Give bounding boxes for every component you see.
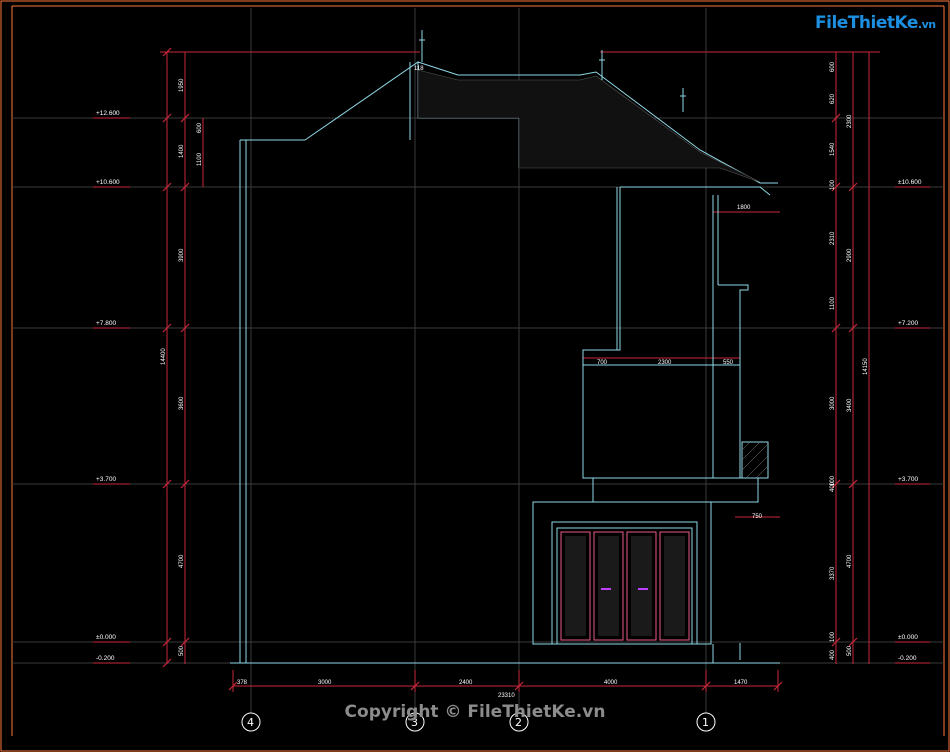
level-lines [12,117,944,664]
svg-text:1400: 1400 [179,144,185,158]
svg-text:1470: 1470 [734,680,748,686]
roof-tiles [417,69,761,183]
dimension-lines [93,51,930,692]
svg-text:3900: 3900 [179,248,185,262]
svg-text:+10.600: +10.600 [96,179,120,186]
svg-text:100: 100 [830,475,836,486]
svg-text:+7.200: +7.200 [898,320,918,327]
logo-text: FileThietKe.vn [815,13,936,33]
svg-text:3400: 3400 [847,398,853,412]
svg-text:378: 378 [237,680,248,686]
svg-text:-0.200: -0.200 [96,655,115,662]
svg-text:100: 100 [830,631,836,642]
logo-suffix: .vn [917,18,936,31]
svg-text:2300: 2300 [847,114,853,128]
svg-text:3600: 3600 [179,396,185,410]
svg-text:14400: 14400 [161,348,167,365]
left-level-labels: +12.600 +10.600 +7.800 +3.700 ±0.000 -0.… [96,110,120,662]
watermark-logo: FileThietKe.vn [811,10,936,44]
right-inner-dims: 600 620 1540 100 2310 1100 3000 400 100 … [830,61,836,660]
door-handles [601,588,648,590]
bottom-dims: 378 3000 2400 4000 1470 23310 [237,680,748,699]
svg-text:±10.600: ±10.600 [898,179,922,186]
svg-text:700: 700 [597,360,608,366]
logo-rest: ThietKe [847,13,919,33]
svg-text:+7.800: +7.800 [96,320,116,327]
svg-text:2400: 2400 [459,680,473,686]
svg-text:1100: 1100 [830,296,836,310]
svg-text:2900: 2900 [847,248,853,262]
svg-text:3000: 3000 [318,680,332,686]
svg-text:550: 550 [723,360,734,366]
svg-text:600: 600 [830,61,836,72]
right-level-labels: ±10.600 +7.200 +3.700 ±0.000 -0.200 [898,179,922,662]
svg-text:+3.700: +3.700 [898,476,918,483]
svg-text:500: 500 [179,645,185,656]
svg-text:4000: 4000 [604,680,618,686]
svg-text:500: 500 [847,645,853,656]
svg-text:±0.000: ±0.000 [96,634,116,641]
svg-text:1540: 1540 [830,142,836,156]
elevation-drawing: +12.600 +10.600 +7.800 +3.700 ±0.000 -0.… [0,0,950,752]
svg-text:118: 118 [414,66,424,72]
logo-main: File [815,13,848,33]
door-glass-hatch [565,536,685,636]
svg-text:750: 750 [752,514,763,520]
dimension-ticks [162,47,858,691]
svg-text:600: 600 [197,122,203,133]
svg-text:2310: 2310 [830,231,836,245]
right-outer-dims: 2300 2900 3400 4700 500 14150 [847,114,869,656]
hatch-lines [741,441,769,479]
svg-text:±0.000: ±0.000 [898,634,918,641]
svg-text:3000: 3000 [830,396,836,410]
svg-text:4700: 4700 [179,554,185,568]
svg-text:620: 620 [830,93,836,104]
svg-text:3370: 3370 [830,566,836,580]
svg-text:1100: 1100 [197,152,203,166]
svg-text:+12.600: +12.600 [96,110,120,117]
svg-text:1950: 1950 [179,78,185,92]
svg-text:100: 100 [830,179,836,190]
copyright-watermark: Copyright © FileThietKe.vn [344,702,606,722]
svg-text:400: 400 [830,649,836,660]
svg-text:+3.700: +3.700 [96,476,116,483]
svg-text:2300: 2300 [658,360,672,366]
svg-text:23310: 23310 [498,693,515,699]
svg-text:1800: 1800 [737,205,751,211]
svg-text:4700: 4700 [847,554,853,568]
svg-text:14150: 14150 [863,358,869,375]
svg-text:-0.200: -0.200 [898,655,917,662]
